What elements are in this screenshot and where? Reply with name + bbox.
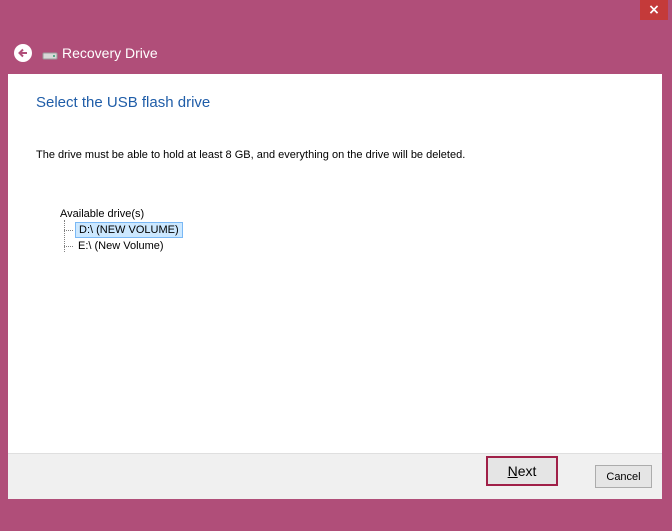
description-text: The drive must be able to hold at least … [36,149,466,161]
cancel-button[interactable]: Cancel [595,465,652,488]
drive-item-label[interactable]: E:\ (New Volume) [75,239,167,253]
drive-tree: D:\ (NEW VOLUME) E:\ (New Volume) [60,220,183,254]
drives-label: Available drive(s) [60,208,145,220]
button-bar: Next Cancel [8,453,662,499]
close-button[interactable]: × [640,0,668,20]
drive-item-e[interactable]: E:\ (New Volume) [60,238,183,254]
window-title: Recovery Drive [62,45,158,61]
recovery-drive-window: × Recovery Drive Select the USB flash dr… [0,0,672,531]
drive-item-label[interactable]: D:\ (NEW VOLUME) [75,222,183,238]
close-icon: × [648,2,660,18]
back-button[interactable] [14,44,32,62]
drive-icon [42,48,58,60]
available-drives: Available drive(s) D:\ (NEW VOLUME) E:\ … [60,208,183,254]
next-button[interactable]: Next [486,456,558,486]
back-arrow-icon [18,48,27,58]
drive-item-d[interactable]: D:\ (NEW VOLUME) [60,222,183,238]
title-bar: Recovery Drive [8,32,662,74]
page-heading: Select the USB flash drive [36,94,211,111]
next-label-rest: ext [517,463,537,479]
next-accelerator: N [507,463,518,479]
content-pane: Select the USB flash drive The drive mus… [8,74,662,453]
